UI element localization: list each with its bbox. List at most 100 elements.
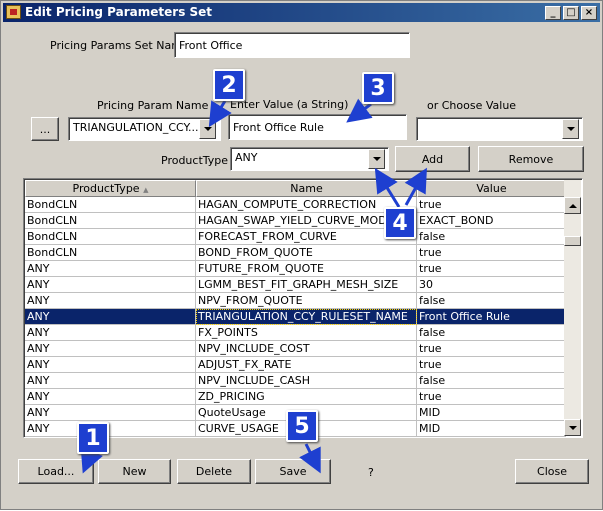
delete-button[interactable]: Delete (177, 459, 251, 484)
vertical-scrollbar[interactable] (564, 180, 581, 436)
cell-name[interactable]: TRIANGULATION_CCY_RULESET_NAME (196, 309, 417, 325)
cell-name[interactable]: ZD_PRICING (196, 389, 417, 405)
table-row[interactable]: ANY FUTURE_FROM_QUOTE true (25, 261, 566, 277)
column-header-value[interactable]: Value (417, 180, 566, 197)
cell-value[interactable]: false (417, 325, 566, 341)
callout-3: 3 (362, 72, 394, 104)
cell-product-type[interactable]: ANY (25, 421, 196, 437)
scroll-up-icon (568, 203, 577, 208)
window-title: Edit Pricing Parameters Set (25, 5, 213, 19)
cell-product-type[interactable]: ANY (25, 341, 196, 357)
product-type-label: ProductType (161, 154, 229, 167)
scroll-up-button[interactable] (564, 197, 581, 214)
cell-value[interactable]: true (417, 197, 566, 213)
cell-product-type[interactable]: ANY (25, 277, 196, 293)
cell-name[interactable]: NPV_INCLUDE_CASH (196, 373, 417, 389)
callout-1: 1 (77, 422, 109, 454)
cell-value[interactable]: EXACT_BOND (417, 213, 566, 229)
param-name-label: Pricing Param Name (97, 99, 209, 112)
callout-5: 5 (286, 410, 318, 442)
enter-value-field[interactable]: Front Office Rule (228, 114, 407, 140)
table-row[interactable]: ANY FX_POINTS false (25, 325, 566, 341)
save-button[interactable]: Save (255, 459, 331, 484)
choose-value-dropdown-button[interactable] (562, 119, 579, 139)
cell-product-type[interactable]: BondCLN (25, 229, 196, 245)
table-row[interactable]: ANY ZD_PRICING true (25, 389, 566, 405)
edit-pricing-parameters-window: Edit Pricing Parameters Set _ □ × Pricin… (0, 0, 603, 510)
param-name-dropdown-button[interactable] (199, 119, 216, 139)
cell-value[interactable]: true (417, 341, 566, 357)
close-window-button[interactable]: × (581, 6, 597, 20)
cell-product-type[interactable]: ANY (25, 293, 196, 309)
param-name-value: TRIANGULATION_CCY... (73, 121, 199, 134)
set-name-field[interactable]: Front Office (174, 32, 410, 58)
cell-product-type[interactable]: ANY (25, 261, 196, 277)
cell-value[interactable]: true (417, 389, 566, 405)
column-header-product-type[interactable]: ProductType ▲ (25, 180, 196, 197)
table-row[interactable]: BondCLN FORECAST_FROM_CURVE false (25, 229, 566, 245)
table-row[interactable]: ANY NPV_INCLUDE_CASH false (25, 373, 566, 389)
callout-2: 2 (213, 69, 245, 101)
cell-name[interactable]: ADJUST_FX_RATE (196, 357, 417, 373)
cell-product-type[interactable]: ANY (25, 389, 196, 405)
cell-product-type[interactable]: BondCLN (25, 245, 196, 261)
table-row[interactable]: ANY ADJUST_FX_RATE true (25, 357, 566, 373)
sort-ascending-icon: ▲ (143, 186, 149, 194)
cell-name[interactable]: FX_POINTS (196, 325, 417, 341)
new-button[interactable]: New (98, 459, 171, 484)
column-header-name[interactable]: Name (196, 180, 417, 197)
cell-value[interactable]: 30 (417, 277, 566, 293)
load-button[interactable]: Load... (18, 459, 94, 484)
cell-value[interactable]: false (417, 293, 566, 309)
minimize-button[interactable]: _ (545, 6, 561, 20)
table-row[interactable]: ANY TRIANGULATION_CCY_RULESET_NAME Front O… (25, 309, 566, 325)
cell-name[interactable]: FUTURE_FROM_QUOTE (196, 261, 417, 277)
cell-product-type[interactable]: ANY (25, 405, 196, 421)
cell-product-type[interactable]: ANY (25, 325, 196, 341)
cell-value[interactable]: true (417, 261, 566, 277)
table-row[interactable]: BondCLN BOND_FROM_QUOTE true (25, 245, 566, 261)
cell-value[interactable]: false (417, 229, 566, 245)
cell-name[interactable]: NPV_FROM_QUOTE (196, 293, 417, 309)
cell-product-type[interactable]: ANY (25, 373, 196, 389)
choose-value-combo[interactable] (416, 117, 583, 141)
help-indicator[interactable]: ? (368, 466, 374, 479)
callout-4: 4 (384, 207, 416, 239)
cell-value[interactable]: MID (417, 405, 566, 421)
table-row[interactable]: BondCLN HAGAN_SWAP_YIELD_CURVE_MODEL EXACT… (25, 213, 566, 229)
cell-product-type[interactable]: BondCLN (25, 213, 196, 229)
table-row[interactable]: ANY NPV_FROM_QUOTE false (25, 293, 566, 309)
cell-name[interactable]: LGMM_BEST_FIT_GRAPH_MESH_SIZE (196, 277, 417, 293)
table-header: ProductType ▲ Name Value (25, 180, 566, 197)
cell-value[interactable]: true (417, 357, 566, 373)
cell-value[interactable]: true (417, 245, 566, 261)
cell-value[interactable]: false (417, 373, 566, 389)
remove-button[interactable]: Remove (478, 146, 584, 172)
parameters-table[interactable]: ProductType ▲ Name Value BondCLN HAGAN_CO… (23, 178, 583, 438)
table-row[interactable]: BondCLN HAGAN_COMPUTE_CORRECTION true (25, 197, 566, 213)
close-button[interactable]: Close (515, 459, 589, 484)
choose-value-label: or Choose Value (427, 99, 517, 112)
cell-product-type[interactable]: BondCLN (25, 197, 196, 213)
scroll-down-button[interactable] (564, 419, 581, 436)
table-row[interactable]: ANY NPV_INCLUDE_COST true (25, 341, 566, 357)
cell-value[interactable]: MID (417, 421, 566, 437)
cell-value[interactable]: Front Office Rule (417, 309, 566, 325)
chevron-down-icon (566, 127, 575, 131)
cell-name[interactable]: BOND_FROM_QUOTE (196, 245, 417, 261)
title-bar[interactable]: Edit Pricing Parameters Set _ □ × (3, 3, 600, 22)
cell-product-type[interactable]: ANY (25, 309, 196, 325)
scroll-down-icon (568, 425, 577, 430)
chevron-down-icon (372, 157, 381, 161)
product-type-dropdown-button[interactable] (368, 149, 385, 169)
cell-name[interactable]: NPV_INCLUDE_COST (196, 341, 417, 357)
browse-param-button[interactable]: ... (31, 117, 59, 141)
product-type-value: ANY (235, 151, 258, 164)
maximize-button[interactable]: □ (563, 6, 579, 20)
table-row[interactable]: ANY LGMM_BEST_FIT_GRAPH_MESH_SIZE 30 (25, 277, 566, 293)
enter-value-label: Enter Value (a String) (230, 98, 349, 111)
product-type-combo[interactable]: ANY (230, 147, 389, 171)
add-button[interactable]: Add (395, 146, 470, 172)
scrollbar-thumb[interactable] (564, 236, 581, 246)
cell-product-type[interactable]: ANY (25, 357, 196, 373)
